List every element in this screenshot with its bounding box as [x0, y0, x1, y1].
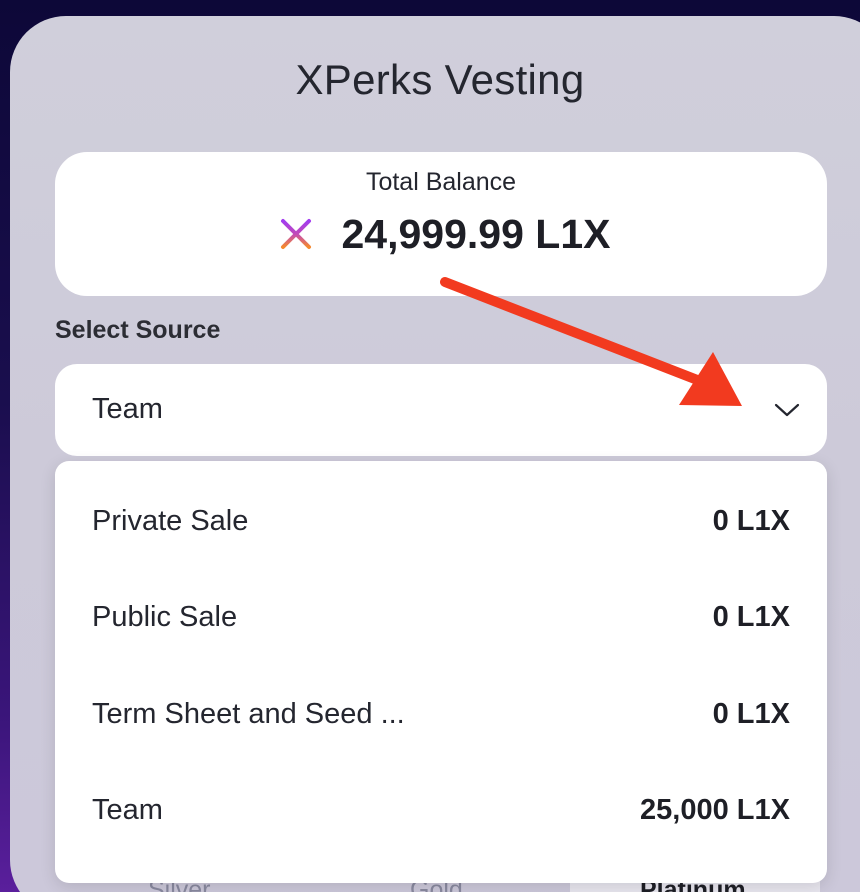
option-label: Team [92, 793, 163, 826]
option-amount: 0 L1X [712, 504, 790, 537]
source-option-public-sale[interactable]: Public Sale 0 L1X [92, 569, 790, 665]
l1x-logo-icon [273, 212, 318, 256]
source-option-team[interactable]: Team 25,000 L1X [92, 762, 790, 858]
source-select-value: Team [92, 393, 163, 425]
option-label: Private Sale [92, 504, 249, 537]
option-label: Term Sheet and Seed ... [92, 697, 405, 730]
total-balance-value: 24,999.99 L1X [341, 210, 611, 257]
option-amount: 0 L1X [712, 697, 790, 730]
source-option-term-sheet-seed[interactable]: Term Sheet and Seed ... 0 L1X [92, 666, 790, 762]
option-amount: 0 L1X [712, 600, 790, 633]
total-balance-row: 24,999.99 L1X [55, 210, 827, 258]
select-source-label: Select Source [55, 316, 221, 344]
chevron-down-icon[interactable] [773, 400, 801, 420]
source-select[interactable]: Team [55, 364, 827, 456]
source-option-private-sale[interactable]: Private Sale 0 L1X [92, 473, 790, 569]
source-dropdown-menu: Private Sale 0 L1X Public Sale 0 L1X Ter… [55, 461, 827, 883]
total-balance-label: Total Balance [365, 168, 517, 196]
total-balance-card: Total Balance 24,999.99 L1X [55, 152, 827, 296]
page-title: XPerks Vesting [295, 56, 585, 103]
option-label: Public Sale [92, 600, 238, 633]
option-amount: 25,000 L1X [640, 793, 790, 826]
